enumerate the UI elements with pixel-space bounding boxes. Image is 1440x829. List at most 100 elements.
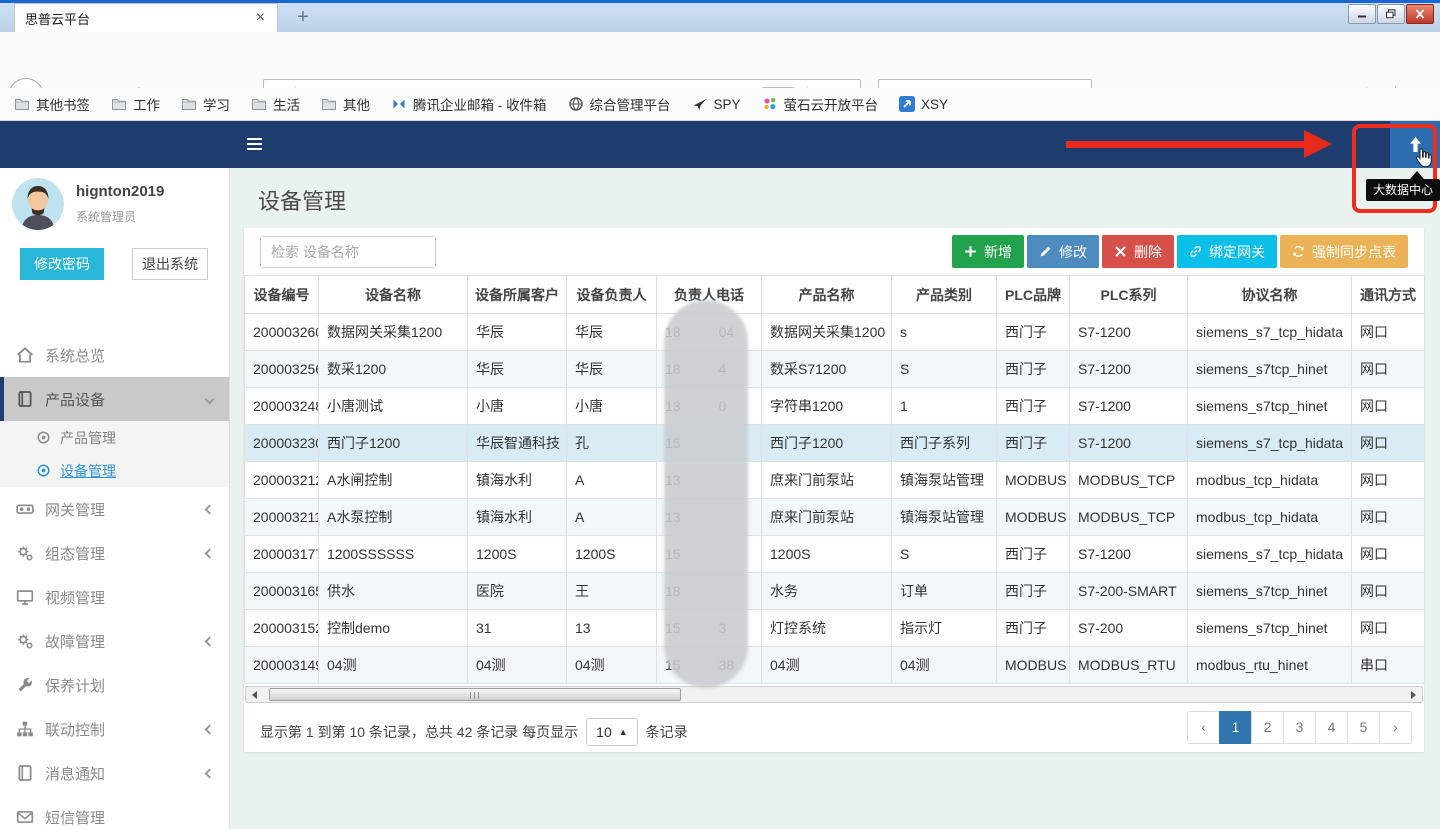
sidebar-item-fault-management[interactable]: 故障管理 bbox=[0, 619, 229, 663]
table-cell: 水务 bbox=[762, 573, 892, 610]
plane-icon bbox=[692, 96, 708, 112]
table-row[interactable]: 2000031771200SSSSSS1200S1200S151200SS西门子… bbox=[245, 536, 1425, 573]
page-title: 设备管理 bbox=[258, 184, 346, 216]
button-label: 修改 bbox=[1059, 242, 1087, 262]
sidebar-item-scada-management[interactable]: 组态管理 bbox=[0, 531, 229, 575]
button-add[interactable]: 新增 bbox=[952, 235, 1024, 268]
browser-tab[interactable]: 思普云平台 × bbox=[14, 3, 278, 32]
new-tab-button[interactable]: + bbox=[290, 6, 316, 30]
window-minimize-button[interactable] bbox=[1348, 4, 1376, 24]
pager-page-5[interactable]: 5 bbox=[1347, 711, 1380, 744]
sidebar-subitem-label: 设备管理 bbox=[60, 461, 116, 481]
pager-page-2[interactable]: 2 bbox=[1251, 711, 1284, 744]
sidebar-item-linkage-control[interactable]: 联动控制 bbox=[0, 707, 229, 751]
table-row[interactable]: 200003260数据网关采集1200华辰华辰1804数据网关采集1200s西门… bbox=[245, 314, 1425, 351]
horizontal-scrollbar[interactable] bbox=[245, 686, 1423, 703]
cursor-hand-icon bbox=[1413, 147, 1435, 169]
table-head: 设备编号设备名称设备所属客户设备负责人负责人电话产品名称产品类别PLC品牌PLC… bbox=[245, 276, 1425, 314]
tab-close-icon[interactable]: × bbox=[254, 10, 267, 26]
column-header: 通讯方式 bbox=[1352, 276, 1425, 314]
table-row[interactable]: 200003212A水闸控制镇海水利A13庶来门前泵站镇海泵站管理MODBUSM… bbox=[245, 462, 1425, 499]
sidebar-item-label: 视频管理 bbox=[45, 587, 105, 608]
column-header: 设备所属客户 bbox=[468, 276, 567, 314]
sidebar-item-gateway-management[interactable]: 网关管理 bbox=[0, 487, 229, 531]
folder-icon bbox=[181, 96, 197, 112]
button-bind-gateway[interactable]: 绑定网关 bbox=[1177, 235, 1277, 268]
button-label: 新增 bbox=[984, 242, 1012, 262]
pagination-info-text: 显示第 1 到第 10 条记录，总共 42 条记录 每页显示 bbox=[260, 722, 578, 742]
scroll-right-arrow[interactable] bbox=[1405, 687, 1422, 702]
bookmark-other[interactable]: 其他 bbox=[321, 94, 370, 114]
sidebar-item-label: 消息通知 bbox=[45, 763, 105, 784]
button-delete[interactable]: 删除 bbox=[1102, 235, 1174, 268]
logout-button[interactable]: 退出系统 bbox=[132, 248, 208, 280]
tooltip: 大数据中心 bbox=[1366, 179, 1440, 201]
table-cell: 网口 bbox=[1352, 351, 1425, 388]
column-header: 设备负责人 bbox=[567, 276, 657, 314]
table-cell: S7-1200 bbox=[1070, 351, 1188, 388]
button-edit[interactable]: 修改 bbox=[1027, 235, 1099, 268]
bookmark-label: 工作 bbox=[133, 94, 160, 114]
browser-titlebar: 思普云平台 × + bbox=[0, 0, 1440, 32]
bookmark-work[interactable]: 工作 bbox=[111, 94, 160, 114]
sidebar-item-message-notify[interactable]: 消息通知 bbox=[0, 751, 229, 795]
column-header: 产品名称 bbox=[762, 276, 892, 314]
table-cell: A bbox=[567, 462, 657, 499]
device-search-input[interactable] bbox=[260, 236, 436, 268]
pager-page-4[interactable]: 4 bbox=[1315, 711, 1348, 744]
sidebar-item-video-management[interactable]: 视频管理 bbox=[0, 575, 229, 619]
table-row[interactable]: 200003230西门子1200华辰智通科技孔15西门子1200西门子系列西门子… bbox=[245, 425, 1425, 462]
avatar[interactable] bbox=[12, 178, 64, 230]
sidebar-item-maintenance-plan[interactable]: 保养计划 bbox=[0, 663, 229, 707]
table-cell: 华辰 bbox=[567, 351, 657, 388]
table-row[interactable]: 200003248小唐测试小唐小唐130字符串12001西门子S7-1200si… bbox=[245, 388, 1425, 425]
window-close-button[interactable] bbox=[1406, 4, 1434, 24]
bookmark-xsy[interactable]: XSY bbox=[899, 96, 948, 112]
table-cell: 1200S bbox=[762, 536, 892, 573]
page-size-select[interactable]: 10 ▲ bbox=[586, 718, 638, 746]
sidebar-item-sms-management[interactable]: 短信管理 bbox=[0, 795, 229, 829]
scroll-left-arrow[interactable] bbox=[246, 687, 263, 702]
tencent-mail-icon bbox=[391, 96, 407, 112]
change-password-button[interactable]: 修改密码 bbox=[20, 248, 104, 280]
pager-page-1[interactable]: 1 bbox=[1219, 711, 1252, 744]
sidebar-subitem-device-management[interactable]: 设备管理 bbox=[0, 454, 229, 487]
bookmark-spy[interactable]: SPY bbox=[692, 96, 741, 112]
table-cell: 数采1200 bbox=[319, 351, 468, 388]
sidebar-collapse-icon[interactable] bbox=[247, 138, 262, 150]
scrollbar-thumb[interactable] bbox=[269, 688, 681, 701]
table-cell: MODBUS_TCP bbox=[1070, 499, 1188, 536]
table-row[interactable]: 20000314904测04测04测153804测04测MODBUSMODBUS… bbox=[245, 647, 1425, 684]
table-cell: 200003248 bbox=[245, 388, 319, 425]
table-cell: MODBUS bbox=[997, 499, 1070, 536]
bookmark-ys7-open[interactable]: 萤石云开放平台 bbox=[762, 94, 879, 114]
window-restore-button[interactable] bbox=[1377, 4, 1405, 24]
table-cell: 网口 bbox=[1352, 499, 1425, 536]
table-row[interactable]: 200003165供水医院王18水务订单西门子S7-200-SMARTsieme… bbox=[245, 573, 1425, 610]
caret-up-icon: ▲ bbox=[619, 727, 628, 737]
bookmark-other-bookmarks[interactable]: 其他书签 bbox=[14, 94, 90, 114]
table-cell: 200003149 bbox=[245, 647, 319, 684]
sidebar-item-system-overview[interactable]: 系统总览 bbox=[0, 333, 229, 377]
pager-page-3[interactable]: 3 bbox=[1283, 711, 1316, 744]
bookmark-mgmt-platform[interactable]: 综合管理平台 bbox=[568, 94, 671, 114]
sidebar-subitem-product-management[interactable]: 产品管理 bbox=[0, 421, 229, 454]
table-cell: 镇海水利 bbox=[468, 499, 567, 536]
table-row[interactable]: 200003256数采1200华辰华辰184数采S71200S西门子S7-120… bbox=[245, 351, 1425, 388]
table-cell: 西门子 bbox=[997, 314, 1070, 351]
xsy-icon bbox=[899, 96, 915, 112]
table-cell: siemens_s7tcp_hinet bbox=[1188, 351, 1352, 388]
main-content: 设备管理 新增 修改删除绑定网关强制同步点表 设备编号设备名称设备所属客户设备负责… bbox=[230, 168, 1440, 829]
submenu-product-device: 产品管理设备管理 bbox=[0, 421, 229, 487]
pager-prev[interactable]: ‹ bbox=[1187, 711, 1220, 744]
pager-next[interactable]: › bbox=[1379, 711, 1412, 744]
sidebar-item-product-device[interactable]: 产品设备 bbox=[0, 377, 229, 421]
table-cell: 网口 bbox=[1352, 610, 1425, 647]
table-row[interactable]: 200003152控制demo3113153灯控系统指示灯西门子S7-200si… bbox=[245, 610, 1425, 647]
bookmark-life[interactable]: 生活 bbox=[251, 94, 300, 114]
bookmark-tencent-mail[interactable]: 腾讯企业邮箱 - 收件箱 bbox=[391, 94, 547, 114]
table-cell: 西门子 bbox=[997, 351, 1070, 388]
table-row[interactable]: 200003211A水泵控制镇海水利A13庶来门前泵站镇海泵站管理MODBUSM… bbox=[245, 499, 1425, 536]
button-force-sync[interactable]: 强制同步点表 bbox=[1280, 235, 1408, 268]
bookmark-study[interactable]: 学习 bbox=[181, 94, 230, 114]
